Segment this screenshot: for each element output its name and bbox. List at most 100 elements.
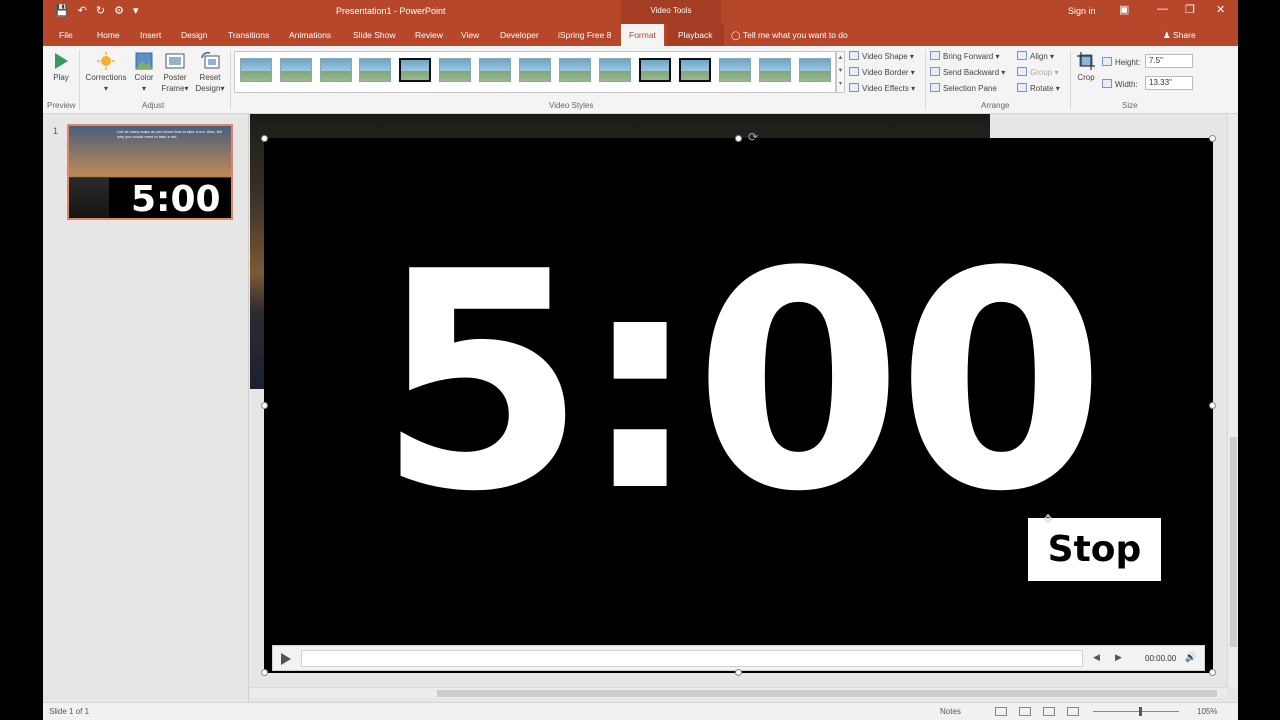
- rotate-handle-icon[interactable]: ⟳: [748, 130, 758, 144]
- play-button[interactable]: Play: [49, 52, 73, 83]
- video-shape-button[interactable]: Video Shape ▾: [849, 51, 914, 62]
- selection-pane-icon: [930, 83, 940, 92]
- gallery-scroll[interactable]: ▲ ▼ ▾: [836, 51, 845, 93]
- stop-button[interactable]: Stop: [1028, 518, 1161, 581]
- tab-design[interactable]: Design: [179, 24, 209, 46]
- resize-handle[interactable]: [735, 669, 742, 676]
- touch-mode-icon[interactable]: ⚙: [114, 4, 124, 18]
- horizontal-scrollbar[interactable]: [250, 687, 1227, 698]
- vertical-scrollbar[interactable]: [1227, 114, 1238, 687]
- selection-pane-button[interactable]: Selection Pane: [930, 83, 997, 94]
- save-icon[interactable]: 💾: [55, 4, 69, 18]
- tab-ispring[interactable]: iSpring Free 8: [556, 24, 613, 46]
- group-button[interactable]: Group ▾: [1017, 67, 1058, 78]
- share-button[interactable]: ♟ Share: [1163, 24, 1196, 46]
- color-label: Color: [134, 73, 154, 82]
- color-button[interactable]: Color ▾: [131, 52, 157, 94]
- dropdown-arrow-icon: ▾: [103, 84, 108, 93]
- normal-view-icon[interactable]: [995, 707, 1007, 716]
- scroll-thumb[interactable]: [437, 690, 1217, 697]
- media-play-icon[interactable]: [281, 653, 291, 665]
- rotate-button[interactable]: Rotate ▾: [1017, 83, 1060, 94]
- reading-view-icon[interactable]: [1043, 707, 1055, 716]
- volume-icon[interactable]: 🔊: [1185, 652, 1196, 663]
- corrections-button[interactable]: Corrections ▾: [83, 52, 129, 94]
- tab-playback[interactable]: Playback: [667, 24, 724, 46]
- tab-home[interactable]: Home: [95, 24, 122, 46]
- sign-in-link[interactable]: Sign in: [1068, 6, 1096, 16]
- reset-design-button[interactable]: Reset Design▾: [193, 52, 227, 94]
- video-object[interactable]: 5:00 Stop ⟳ ◀ ▶ 00:00.00 🔊: [264, 130, 1213, 673]
- minimize-icon[interactable]: —: [1157, 3, 1168, 15]
- video-style-thumb[interactable]: [479, 58, 511, 82]
- video-style-thumb[interactable]: [519, 58, 551, 82]
- resize-handle[interactable]: [1209, 402, 1216, 409]
- width-field[interactable]: 13.33": [1145, 76, 1193, 90]
- video-style-thumb[interactable]: [399, 58, 431, 82]
- resize-handle[interactable]: [1209, 135, 1216, 142]
- video-effects-button[interactable]: Video Effects ▾: [849, 83, 915, 94]
- video-styles-gallery[interactable]: [234, 51, 836, 93]
- video-border-label: Video Border: [862, 68, 909, 77]
- video-style-thumb[interactable]: [559, 58, 591, 82]
- dropdown-arrow-icon: ▾: [184, 84, 189, 93]
- video-style-thumb[interactable]: [280, 58, 312, 82]
- resize-handle[interactable]: [735, 135, 742, 142]
- video-style-thumb[interactable]: [679, 58, 711, 82]
- send-backward-button[interactable]: Send Backward ▾: [930, 67, 1005, 78]
- tab-review[interactable]: Review: [413, 24, 445, 46]
- resize-handle[interactable]: [1209, 669, 1216, 676]
- align-button[interactable]: Align ▾: [1017, 51, 1054, 62]
- video-border-button[interactable]: Video Border ▾: [849, 67, 915, 78]
- send-backward-label: Send Backward: [943, 68, 1000, 77]
- video-style-thumb[interactable]: [439, 58, 471, 82]
- tab-slide-show[interactable]: Slide Show: [351, 24, 398, 46]
- video-style-thumb[interactable]: [359, 58, 391, 82]
- tell-me-label: Tell me what you want to do: [742, 30, 848, 40]
- video-style-thumb[interactable]: [639, 58, 671, 82]
- video-style-thumb[interactable]: [719, 58, 751, 82]
- tab-transitions[interactable]: Transitions: [226, 24, 271, 46]
- crop-button[interactable]: Crop: [1074, 52, 1098, 83]
- tab-file[interactable]: File: [57, 24, 75, 46]
- resize-handle[interactable]: [261, 135, 268, 142]
- notes-button[interactable]: Notes: [940, 707, 961, 716]
- slide-sorter-icon[interactable]: [1019, 707, 1031, 716]
- video-effects-label: Video Effects: [862, 84, 909, 93]
- maximize-icon[interactable]: ❐: [1185, 3, 1195, 16]
- resize-handle[interactable]: [261, 669, 268, 676]
- border-icon: [849, 67, 859, 76]
- step-back-icon[interactable]: ◀: [1093, 652, 1100, 663]
- status-bar: Slide 1 of 1 Notes 105%: [43, 702, 1238, 720]
- tab-insert[interactable]: Insert: [138, 24, 163, 46]
- tab-format[interactable]: Format: [621, 24, 664, 46]
- video-style-thumb[interactable]: [599, 58, 631, 82]
- poster-frame-button[interactable]: Poster Frame▾: [159, 52, 191, 94]
- slide-thumbnail[interactable]: List as many ways as you know how to tak…: [67, 124, 233, 220]
- zoom-slider[interactable]: [1093, 711, 1179, 712]
- video-style-thumb[interactable]: [320, 58, 352, 82]
- customize-qat-icon[interactable]: ▾: [133, 4, 139, 18]
- zoom-slider-knob[interactable]: [1139, 707, 1142, 716]
- video-style-thumb[interactable]: [240, 58, 272, 82]
- tab-view[interactable]: View: [459, 24, 481, 46]
- bring-forward-button[interactable]: Bring Forward ▾: [930, 51, 1000, 62]
- close-icon[interactable]: ✕: [1216, 3, 1225, 16]
- zoom-level[interactable]: 105%: [1197, 707, 1217, 716]
- video-style-thumb[interactable]: [759, 58, 791, 82]
- ribbon-display-options-icon[interactable]: ▣: [1119, 3, 1129, 16]
- height-field[interactable]: 7.5": [1145, 54, 1193, 68]
- video-style-thumb[interactable]: [799, 58, 831, 82]
- scroll-thumb[interactable]: [1230, 437, 1237, 647]
- tell-me-search[interactable]: ◯ Tell me what you want to do: [731, 24, 848, 46]
- resize-handle[interactable]: [261, 402, 268, 409]
- send-backward-icon: [930, 67, 940, 76]
- tab-developer[interactable]: Developer: [498, 24, 541, 46]
- redo-icon[interactable]: ↻: [96, 4, 105, 18]
- media-timeline[interactable]: [301, 650, 1083, 667]
- slide-show-icon[interactable]: [1067, 707, 1079, 716]
- undo-icon[interactable]: ↶: [78, 4, 87, 18]
- tab-animations[interactable]: Animations: [287, 24, 333, 46]
- width-label: Width:: [1102, 79, 1138, 90]
- step-forward-icon[interactable]: ▶: [1115, 652, 1122, 663]
